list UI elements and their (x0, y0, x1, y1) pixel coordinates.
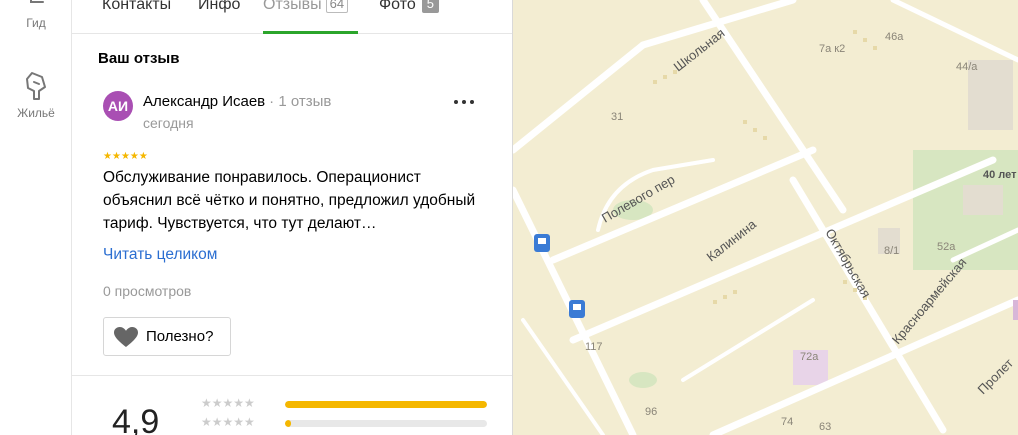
tab-photo[interactable]: Фото 5 (379, 0, 439, 34)
house (713, 300, 717, 304)
bus-stop-icon[interactable] (569, 300, 585, 318)
author-name[interactable]: Александр Исаев (143, 93, 265, 110)
house-number: 52а (937, 241, 956, 253)
review-author[interactable]: Александр Исаев · 1 отзыв (143, 93, 331, 110)
business-panel: Контакты Инфо Отзывы 64 Фото 5 Ваш отзыв А… (72, 0, 513, 435)
house (763, 136, 767, 140)
rating-bar (285, 401, 487, 408)
bus-stop-icon[interactable] (534, 234, 550, 252)
rail-item-guide[interactable]: Гид (0, 0, 72, 30)
house (753, 128, 757, 132)
more-dots-icon (454, 100, 474, 104)
rating-row-stars: ★★★★★ (201, 396, 255, 410)
active-tab-underline (263, 31, 358, 34)
star-icon: ★ (138, 151, 148, 162)
house (743, 120, 747, 124)
rail-item-housing[interactable]: Жильё (0, 70, 72, 120)
heart-icon (114, 327, 138, 347)
house (853, 30, 857, 34)
reviews-count-badge: 64 (325, 0, 349, 13)
overall-rating: 4,9 (112, 403, 160, 435)
house (863, 38, 867, 42)
views-count: 0 просмотров (103, 283, 192, 299)
house (733, 290, 737, 294)
star-icon: ★ (120, 151, 130, 162)
tab-info[interactable]: Инфо (198, 0, 240, 34)
review-text: Обслуживание понравилось. Операционист о… (103, 169, 476, 232)
tab-contacts-label: Контакты (102, 0, 172, 13)
divider (72, 375, 512, 376)
avatar[interactable]: АИ (103, 91, 133, 121)
house (843, 280, 847, 284)
bus-stop-glyph (573, 304, 581, 310)
building (963, 185, 1003, 215)
park-area (629, 372, 657, 388)
star-icon: ★ (129, 151, 139, 162)
side-rail: Гид Жильё (0, 0, 72, 435)
review-date: сегодня (143, 115, 194, 131)
building (1013, 300, 1018, 320)
guide-icon (30, 0, 44, 3)
tab-photo-label: Фото (379, 0, 416, 13)
tab-reviews[interactable]: Отзывы 64 (263, 0, 349, 34)
star-icon: ★ (103, 151, 112, 162)
house-number: 7а к2 (819, 43, 845, 55)
bus-stop-glyph (538, 238, 546, 244)
star-icon: ★ (111, 151, 121, 162)
section-title: Ваш отзыв (98, 50, 180, 67)
useful-label: Полезно? (146, 328, 214, 345)
house (653, 80, 657, 84)
rating-row-stars: ★★★★★ (201, 415, 255, 429)
author-review-count: · 1 отзыв (269, 93, 332, 110)
house-number: 46а (885, 31, 904, 43)
house-number: 44/а (956, 61, 978, 73)
house-number: 72а (800, 351, 819, 363)
read-more-link[interactable]: Читать целиком (103, 246, 217, 264)
rail-housing-label: Жильё (17, 106, 55, 120)
housing-icon (26, 72, 46, 100)
useful-button[interactable]: Полезно? (103, 317, 231, 356)
house (723, 295, 727, 299)
photo-count-badge: 5 (421, 0, 439, 13)
house-number: 96 (645, 406, 657, 418)
map-canvas[interactable]: Школьная Полевого пер Калинина Октябрьск… (513, 0, 1018, 435)
house-number: 31 (611, 111, 623, 123)
tab-contacts[interactable]: Контакты (102, 0, 171, 34)
house-number: 40 лет (983, 169, 1017, 181)
more-options-button[interactable] (452, 90, 476, 120)
review-stars: ★★★★★ (103, 151, 148, 162)
rating-bar-fill (285, 420, 292, 427)
rail-guide-label: Гид (26, 16, 46, 30)
rating-bar (285, 420, 487, 427)
tab-info-label: Инфо (198, 0, 241, 13)
map-view[interactable]: Школьная Полевого пер Калинина Октябрьск… (513, 0, 1018, 435)
house-number: 63 (819, 421, 831, 433)
tab-bar: Контакты Инфо Отзывы 64 Фото 5 (72, 0, 512, 34)
house-number: 8/1 (884, 245, 899, 257)
house-number: 74 (781, 416, 793, 428)
house (873, 46, 877, 50)
tab-reviews-label: Отзывы (263, 0, 322, 13)
house-number: 117 (585, 341, 603, 353)
rating-bar-fill (285, 401, 487, 408)
app-root: Гид Жильё Контакты Инфо Отзывы 64 Фото 5 В… (0, 0, 1018, 435)
house (663, 75, 667, 79)
